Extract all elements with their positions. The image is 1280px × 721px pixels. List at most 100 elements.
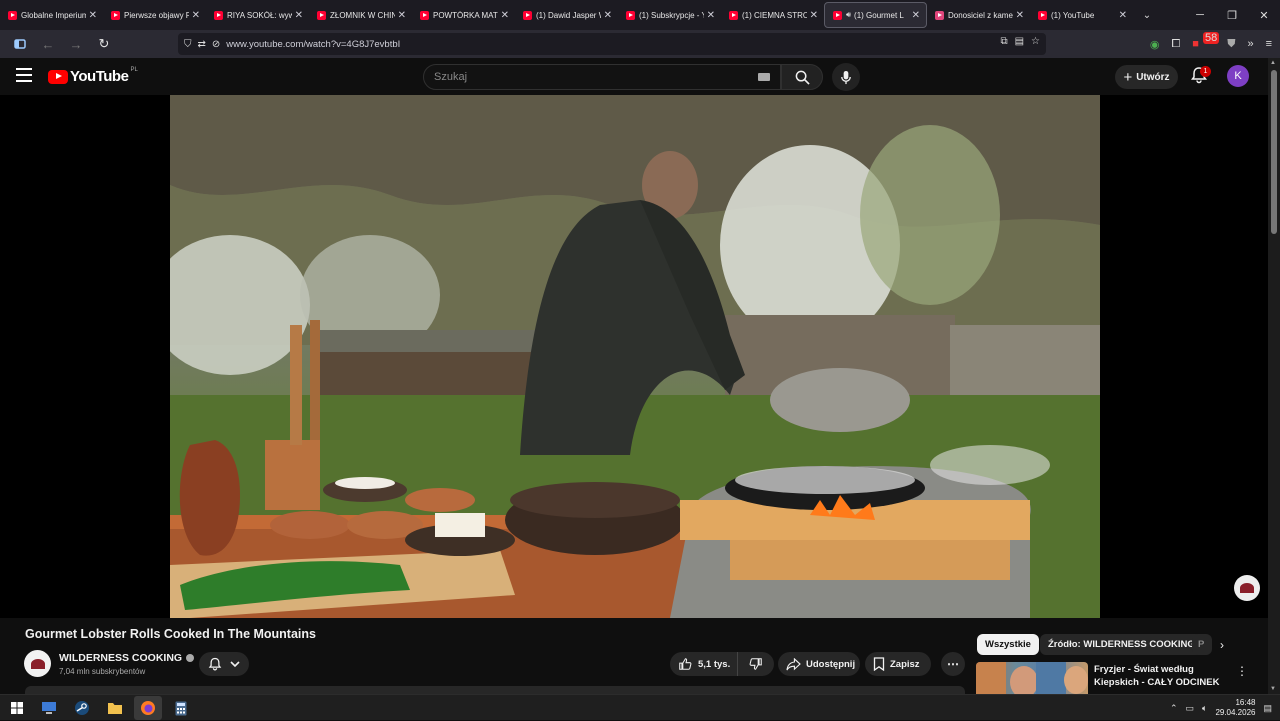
close-tab-icon[interactable]: ✕	[1016, 10, 1024, 21]
account-avatar[interactable]: K	[1227, 65, 1249, 87]
browser-tab[interactable]: ZŁOMNIK W CHIN ✕	[309, 2, 412, 28]
picture-in-picture-icon[interactable]: ⧉	[1000, 36, 1007, 47]
minimize-icon[interactable]: ─	[1184, 0, 1216, 30]
wilderness-cooking-logo-icon	[30, 658, 45, 669]
reader-view-icon[interactable]: ▤	[1015, 36, 1024, 47]
permissions-icon[interactable]: ⇄	[198, 39, 206, 50]
scrollbar-thumb[interactable]	[1271, 70, 1277, 234]
shield-icon[interactable]: ⛉	[184, 39, 192, 50]
description-box[interactable]	[25, 686, 965, 694]
youtube-logo[interactable]: YouTube PL	[48, 67, 138, 85]
close-window-icon[interactable]: ✕	[1248, 0, 1280, 30]
close-tab-icon[interactable]: ✕	[501, 10, 509, 21]
restore-icon[interactable]: ❐	[1216, 0, 1248, 30]
vpn-extension-icon[interactable]: ◉	[1150, 38, 1160, 51]
tab-title: ZŁOMNIK W CHIN	[330, 10, 395, 20]
thumbnail-image	[976, 662, 1088, 694]
reload-icon[interactable]: ↻	[92, 32, 116, 56]
firefox-icon[interactable]	[139, 699, 157, 717]
steam-icon[interactable]	[73, 699, 91, 717]
taskbar-clock[interactable]: 16:48 29.04.2026	[1215, 698, 1255, 718]
close-tab-icon[interactable]: ✕	[398, 10, 406, 21]
list-all-tabs-icon[interactable]: ⌄	[1133, 10, 1161, 21]
close-tab-icon[interactable]: ✕	[192, 10, 200, 21]
scroll-down-icon[interactable]: ▼	[1270, 686, 1276, 692]
subscription-notifications-button[interactable]	[199, 652, 249, 676]
video-player[interactable]	[0, 95, 1268, 618]
app-menu-icon[interactable]: ≡	[1266, 38, 1272, 50]
chip-source-channel[interactable]: Źródło: WILDERNESS COOKING	[1040, 634, 1203, 655]
more-actions-button[interactable]: ⋯	[941, 652, 965, 676]
recommendation-thumbnail[interactable]	[976, 662, 1088, 694]
overflow-chevrons-icon[interactable]: »	[1247, 38, 1253, 50]
close-tab-icon[interactable]: ✕	[295, 10, 303, 21]
voice-search-button[interactable]	[832, 63, 860, 91]
browser-tab[interactable]: (1) CIEMNA STRO ✕	[721, 2, 824, 28]
notification-center-icon[interactable]: ▤	[1263, 703, 1272, 714]
speaker-icon[interactable]: 🔊︎	[846, 10, 851, 20]
dislike-button[interactable]	[738, 652, 774, 676]
browser-tab[interactable]: (1) YouTube ✕	[1030, 2, 1133, 28]
scroll-up-icon[interactable]: ▲	[1270, 60, 1276, 66]
share-button[interactable]: Udostępnij	[778, 652, 860, 676]
create-button[interactable]: + Utwórz	[1115, 65, 1178, 89]
browser-tab[interactable]: 🔊︎ (1) Gourmet L ✕	[824, 2, 927, 28]
like-button[interactable]: 5,1 tys.	[670, 652, 738, 676]
browser-tab[interactable]: RIYA SOKÓŁ: wywi ✕	[206, 2, 309, 28]
video-frame[interactable]	[170, 95, 1100, 618]
chip-all[interactable]: Wszystkie	[977, 634, 1039, 655]
close-tab-icon[interactable]: ✕	[707, 10, 715, 21]
forward-arrow-icon[interactable]: →	[64, 32, 88, 56]
tab-title: Globalne Imperium	[21, 10, 86, 20]
close-tab-icon[interactable]: ✕	[912, 10, 920, 21]
channel-watermark[interactable]	[1234, 575, 1260, 601]
browser-tab[interactable]: POWTÓRKA MATU ✕	[412, 2, 515, 28]
youtube-header: YouTube PL + Utwórz 1 K	[0, 58, 1268, 95]
hamburger-menu-icon[interactable]	[16, 68, 32, 82]
network-icon[interactable]: ▭	[1186, 703, 1195, 714]
youtube-icon	[833, 10, 842, 20]
youtube-icon	[214, 10, 223, 20]
search-button[interactable]	[781, 64, 823, 90]
chevron-right-icon[interactable]: ›	[1220, 638, 1224, 652]
page-scrollbar[interactable]: ▲ ▼	[1268, 58, 1280, 694]
adblock-extension-icon[interactable]: ■ 58	[1192, 32, 1220, 50]
privacy-extension-icon[interactable]: ⛊	[1227, 38, 1235, 51]
extensions-puzzle-icon[interactable]: ⧠	[1171, 38, 1180, 51]
keyboard-icon[interactable]	[758, 73, 770, 81]
chevron-down-icon	[230, 661, 240, 668]
channel-name-row[interactable]: WILDERNESS COOKING	[59, 652, 195, 664]
back-arrow-icon[interactable]: ←	[36, 32, 60, 56]
browser-tab[interactable]: Donosiciel z kame ✕	[927, 2, 1030, 28]
close-tab-icon[interactable]: ✕	[810, 10, 818, 21]
channel-name[interactable]: WILDERNESS COOKING	[59, 652, 182, 664]
channel-avatar[interactable]	[24, 650, 51, 677]
browser-tab[interactable]: Globalne Imperium ✕	[0, 2, 103, 28]
url-text[interactable]: www.youtube.com/watch?v=4G8J7evbtbI	[226, 39, 400, 50]
recommendation-menu-icon[interactable]: ⋮	[1236, 664, 1248, 678]
browser-tab[interactable]: (1) Subskrypcje - Y ✕	[618, 2, 721, 28]
tray-overflow-icon[interactable]: ⌃	[1170, 703, 1178, 714]
more-horizontal-icon: ⋯	[947, 657, 959, 671]
browser-tab[interactable]: (1) Dawid Jasper W ✕	[515, 2, 618, 28]
site-info-icon[interactable]: ⊘	[212, 39, 220, 50]
calculator-icon[interactable]	[172, 699, 190, 717]
bookmark-star-icon[interactable]: ☆	[1031, 36, 1040, 47]
browser-tab[interactable]: Pierwsze objawy R ✕	[103, 2, 206, 28]
windows-start-icon[interactable]	[8, 699, 26, 717]
volume-icon[interactable]: 🔈︎	[1202, 703, 1207, 714]
sidebar-toggle-icon[interactable]	[8, 32, 32, 56]
youtube-icon	[420, 10, 429, 20]
url-bar[interactable]: ⛉ ⇄ ⊘ www.youtube.com/watch?v=4G8J7evbtb…	[178, 33, 1046, 55]
monitor-app-icon[interactable]	[40, 699, 58, 717]
youtube-play-logo-icon	[48, 69, 68, 84]
close-tab-icon[interactable]: ✕	[89, 10, 97, 21]
file-explorer-icon[interactable]	[106, 699, 124, 717]
search-input[interactable]	[434, 71, 744, 83]
close-tab-icon[interactable]: ✕	[1119, 10, 1127, 21]
share-arrow-icon	[786, 657, 801, 670]
chip-partial[interactable]: P	[1192, 634, 1212, 655]
save-button[interactable]: Zapisz	[865, 652, 931, 676]
tab-list: Globalne Imperium ✕ Pierwsze objawy R ✕ RIYA…	[0, 2, 1133, 28]
close-tab-icon[interactable]: ✕	[604, 10, 612, 21]
